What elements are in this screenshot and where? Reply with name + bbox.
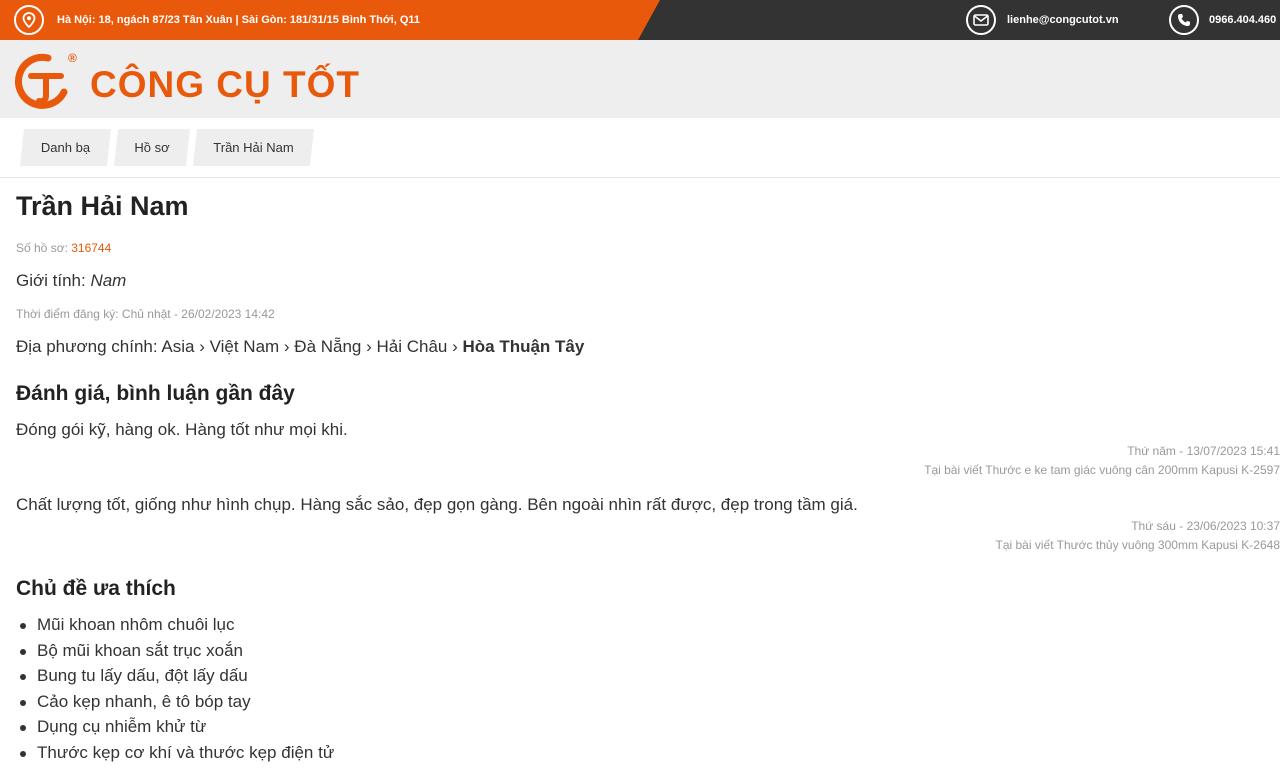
main-locality: Địa phương chính: Asia › Việt Nam › Đà N…	[16, 337, 584, 357]
gender: Giới tính: Nam	[16, 271, 126, 291]
store-address: Hà Nội: 18, ngách 87/23 Tân Xuân | Sài G…	[57, 14, 421, 26]
gender-value: Nam	[90, 271, 127, 290]
review-source-link[interactable]: Tại bài viết Thước e ke tam giác vuông c…	[924, 463, 1280, 477]
locality-current: Hòa Thuận Tây	[462, 337, 585, 356]
bullet-icon	[20, 648, 26, 655]
favorite-topic-item[interactable]: Dụng cụ nhiễm khử từ	[16, 714, 334, 740]
review-date: Thứ năm - 13/07/2023 15:41	[1127, 444, 1280, 458]
review-source-link[interactable]: Tại bài viết Thước thủy vuông 300mm Kapu…	[996, 538, 1280, 552]
breadcrumb: Danh bạ Hồ sơ Trần Hải Nam	[0, 118, 1280, 178]
registered-mark: ®	[68, 51, 77, 65]
review-text: Chất lượng tốt, giống như hình chụp. Hàn…	[16, 495, 858, 514]
favorite-topic-label[interactable]: Mũi khoan nhôm chuôi lục	[37, 615, 235, 634]
breadcrumb-item-profiles[interactable]: Hồ sơ	[114, 129, 190, 166]
locality-path: Asia › Việt Nam › Đà Nẵng › Hải Châu ›	[161, 337, 463, 356]
profile-number: Số hồ sơ: 316744	[16, 241, 111, 255]
registration-time: Thời điểm đăng ký: Chủ nhật - 26/02/2023…	[16, 307, 275, 321]
favorite-topic-item[interactable]: Mũi khoan nhôm chuôi lục	[16, 612, 334, 638]
map-pin-icon	[14, 5, 44, 35]
favorite-topic-item[interactable]: Thước kẹp cơ khí và thước kẹp điện tử	[16, 740, 334, 766]
favorite-topic-item[interactable]: Bung tu lấy dấu, đột lấy dấu	[16, 663, 334, 689]
favorite-topic-label[interactable]: Bộ mũi khoan sắt trục xoắn	[37, 641, 243, 660]
favorite-topic-item[interactable]: Bộ mũi khoan sắt trục xoắn	[16, 638, 334, 664]
profile-number-value: 316744	[71, 241, 112, 255]
gender-label: Giới tính:	[16, 271, 91, 290]
site-header: ® CÔNG CỤ TỐT	[0, 40, 1280, 118]
breadcrumb-item-directory[interactable]: Danh bạ	[20, 129, 111, 166]
brand-logo-mark[interactable]: ®	[14, 48, 80, 112]
brand-logo-text[interactable]: CÔNG CỤ TỐT	[90, 65, 360, 105]
bullet-icon	[20, 725, 26, 731]
mail-icon[interactable]	[966, 5, 996, 35]
favorite-topics-list: Mũi khoan nhôm chuôi lục Bộ mũi khoan sắ…	[16, 612, 334, 765]
favorite-topic-label[interactable]: Dụng cụ nhiễm khử từ	[37, 717, 206, 736]
review-text: Đóng gói kỹ, hàng ok. Hàng tốt như mọi k…	[16, 420, 348, 439]
top-contact-bar: Hà Nội: 18, ngách 87/23 Tân Xuân | Sài G…	[0, 0, 1280, 40]
contact-phone-link[interactable]: 0966.404.460	[1209, 13, 1276, 27]
registration-value: Chủ nhật - 26/02/2023 14:42	[121, 307, 275, 321]
reviews-section-title: Đánh giá, bình luận gần đây	[16, 382, 295, 405]
contact-email-link[interactable]: lienhe@congcutot.vn	[1007, 13, 1119, 27]
favorite-topic-label[interactable]: Cảo kẹp nhanh, ê tô bóp tay	[37, 692, 251, 711]
locality-label: Địa phương chính:	[16, 337, 162, 356]
breadcrumb-item-current-profile[interactable]: Trần Hải Nam	[193, 129, 314, 166]
review-date: Thứ sáu - 23/06/2023 10:37	[1131, 519, 1280, 533]
phone-icon[interactable]	[1169, 5, 1199, 35]
bullet-icon	[20, 750, 26, 757]
page-title: Trần Hải Nam	[16, 191, 189, 221]
favorite-topic-item[interactable]: Cảo kẹp nhanh, ê tô bóp tay	[16, 689, 334, 715]
favorite-topic-label[interactable]: Bung tu lấy dấu, đột lấy dấu	[37, 666, 248, 685]
favorite-topic-label[interactable]: Thước kẹp cơ khí và thước kẹp điện tử	[37, 743, 334, 762]
registration-label: Thời điểm đăng ký:	[16, 307, 122, 321]
profile-number-label: Số hồ sơ:	[16, 241, 72, 255]
bullet-icon	[20, 674, 26, 680]
bullet-icon	[20, 699, 26, 706]
favorites-section-title: Chủ đề ưa thích	[16, 577, 176, 600]
bullet-icon	[20, 623, 26, 629]
